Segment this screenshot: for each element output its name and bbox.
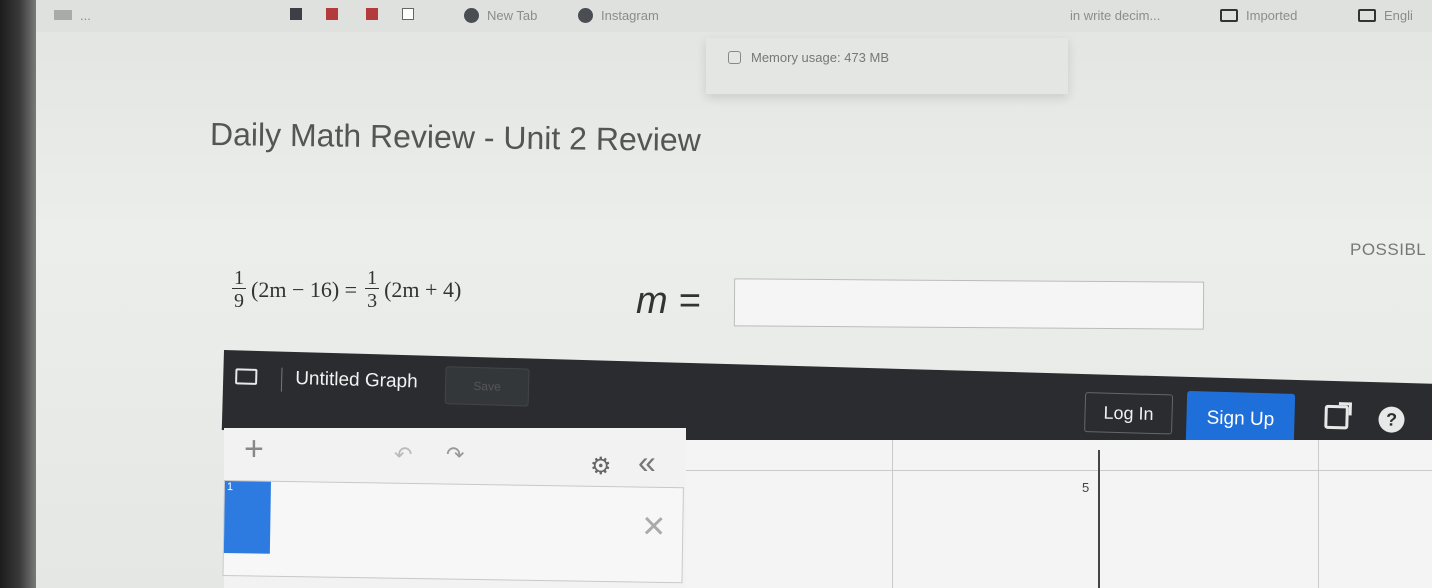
fraction-numerator: 1 bbox=[232, 267, 246, 289]
bookmark-label: Instagram bbox=[601, 7, 659, 23]
folder-icon[interactable] bbox=[235, 368, 258, 385]
globe-icon bbox=[464, 7, 479, 23]
close-icon[interactable]: ✕ bbox=[641, 510, 667, 545]
page-title: Daily Math Review - Unit 2 Review bbox=[209, 116, 702, 158]
collapse-panel-icon[interactable]: « bbox=[638, 446, 656, 478]
axis-tick-label: 5 bbox=[1082, 480, 1090, 495]
fraction-numerator: 1 bbox=[365, 267, 380, 289]
save-button[interactable]: Save bbox=[444, 366, 530, 407]
bookmark-folder-imported[interactable]: Imported bbox=[1220, 4, 1297, 26]
equation-left-term: (2m − 16) = bbox=[251, 276, 358, 302]
bookmark-instagram[interactable]: Instagram bbox=[578, 4, 659, 26]
grid-line bbox=[892, 440, 893, 588]
screen: ... New Tab Instagram in write decim... … bbox=[0, 0, 1432, 588]
bookmark-label: Engli bbox=[1384, 7, 1413, 23]
memory-usage-text: Memory usage: 473 MB bbox=[751, 50, 890, 65]
bookmarks-bar: ... New Tab Instagram in write decim... … bbox=[36, 0, 1432, 32]
bookmark-item[interactable]: ... bbox=[54, 4, 91, 26]
expression-row[interactable]: 1 ✕ bbox=[222, 480, 684, 584]
redo-icon[interactable]: ↷ bbox=[446, 442, 464, 468]
monitor-bezel bbox=[0, 0, 36, 588]
folder-icon bbox=[1220, 8, 1238, 22]
fraction-denominator: 9 bbox=[234, 290, 244, 312]
answer-label: m = bbox=[636, 280, 701, 322]
bookmark-favicon[interactable] bbox=[326, 8, 338, 20]
expression-color-tab[interactable]: 1 bbox=[223, 481, 271, 554]
bookmark-write-decimal[interactable]: in write decim... bbox=[1070, 4, 1160, 26]
expression-index: 1 bbox=[226, 481, 234, 494]
bookmark-new-tab[interactable]: New Tab bbox=[464, 4, 537, 26]
toolbar-divider bbox=[280, 367, 283, 392]
bookmark-folder-english[interactable]: Engli bbox=[1358, 4, 1413, 26]
bookmark-label: ... bbox=[80, 7, 91, 23]
bookmark-label: Imported bbox=[1246, 7, 1298, 23]
bookmark-icon bbox=[54, 10, 72, 20]
grid-line bbox=[686, 470, 1432, 471]
grid-line bbox=[1318, 440, 1319, 588]
login-button[interactable]: Log In bbox=[1084, 392, 1174, 435]
add-icon[interactable]: + bbox=[244, 432, 264, 466]
possible-points-label: POSSIBL bbox=[1350, 240, 1427, 259]
fraction-one-third: 1 3 bbox=[365, 267, 380, 312]
bookmark-favicon[interactable] bbox=[402, 8, 414, 20]
folder-icon bbox=[1358, 8, 1376, 22]
bookmark-label: in write decim... bbox=[1070, 7, 1161, 23]
globe-icon bbox=[578, 7, 593, 23]
answer-input[interactable] bbox=[733, 278, 1205, 330]
bookmark-favicon[interactable] bbox=[366, 8, 378, 20]
memory-tooltip: Memory usage: 473 MB bbox=[706, 38, 1068, 94]
bookmark-label: New Tab bbox=[487, 7, 538, 23]
share-icon[interactable] bbox=[1324, 404, 1349, 430]
memory-icon bbox=[728, 51, 741, 64]
expression-panel: + ↶ ↷ ⚙ « 1 ✕ bbox=[222, 428, 686, 588]
bookmark-favicon[interactable] bbox=[290, 8, 302, 20]
equation-right-term: (2m + 4) bbox=[384, 276, 462, 302]
gear-icon[interactable]: ⚙ bbox=[590, 452, 612, 481]
y-axis bbox=[1098, 450, 1100, 588]
graph-canvas[interactable]: 5 bbox=[686, 440, 1432, 588]
graph-title[interactable]: Untitled Graph bbox=[295, 368, 418, 393]
equation: 1 9 (2m − 16) = 1 3 (2m + 4) bbox=[232, 268, 461, 311]
help-icon[interactable]: ? bbox=[1378, 406, 1405, 433]
fraction-one-ninth: 1 9 bbox=[232, 268, 246, 311]
undo-icon[interactable]: ↶ bbox=[394, 442, 412, 468]
fraction-denominator: 3 bbox=[367, 290, 378, 312]
